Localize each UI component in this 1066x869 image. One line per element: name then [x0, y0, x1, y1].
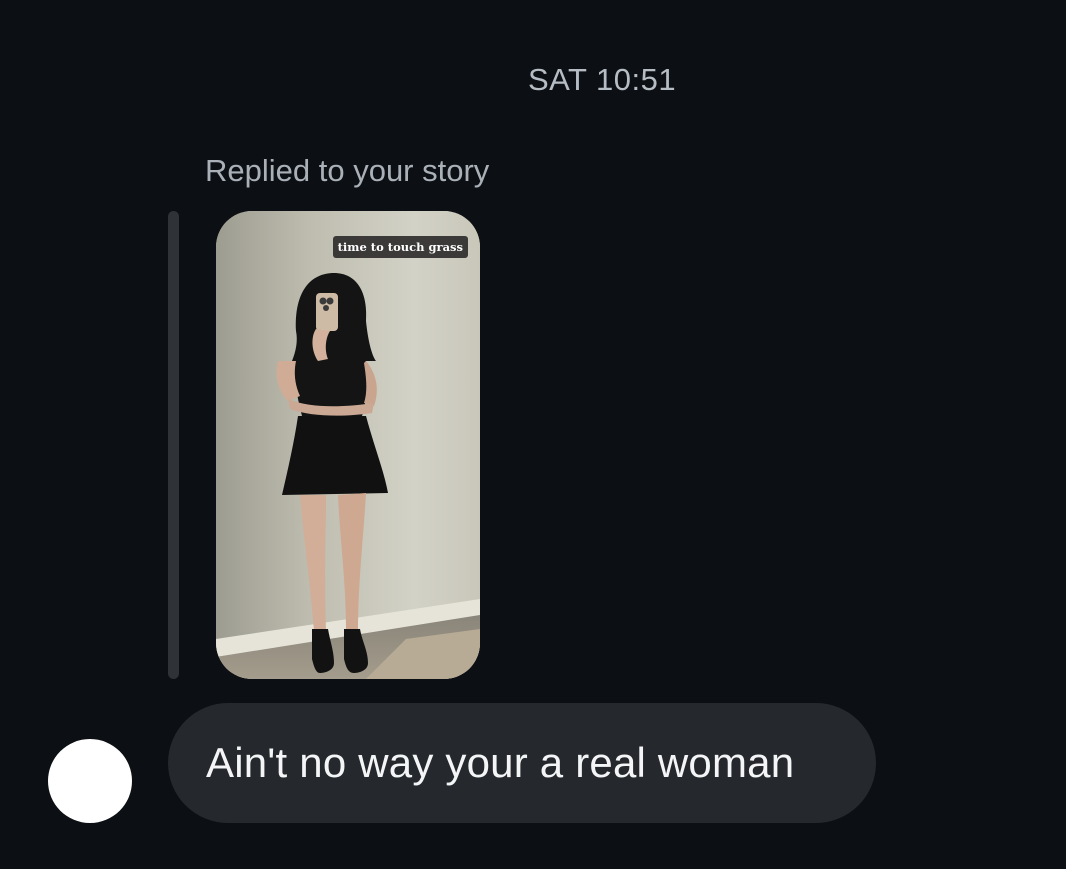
- dm-thread: SAT 10:51 Replied to your story time to …: [0, 0, 1066, 869]
- story-caption-sticker: time to touch grass: [332, 236, 468, 258]
- reply-quote-bar: [168, 211, 179, 679]
- sender-avatar[interactable]: [48, 739, 132, 823]
- story-photo: [216, 211, 480, 679]
- message-text: Ain't no way your a real woman: [206, 739, 795, 786]
- message-timestamp: SAT 10:51: [527, 62, 677, 97]
- story-reply-label: Replied to your story: [205, 153, 490, 188]
- story-preview-thumbnail[interactable]: time to touch grass: [216, 211, 480, 679]
- message-bubble[interactable]: Ain't no way your a real woman: [168, 703, 876, 823]
